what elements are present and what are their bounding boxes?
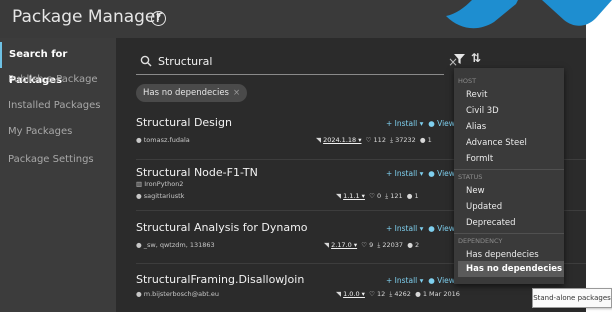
divider [454,233,564,234]
package-name[interactable]: Structural Design [136,116,232,129]
package-author: ● _sw, qwtzdm, 131863 [136,241,215,249]
install-button[interactable]: + Install ▾ ● View [386,224,455,233]
package-meta: ◥ 2024.1.18 ▾ ♡ 112 ⤓ 37232 ● 1 [316,136,432,145]
sidebar-item-my-packages[interactable]: My Packages [0,119,116,145]
sidebar-item-installed-packages[interactable]: Installed Packages [0,93,116,119]
view-link[interactable]: ● View [428,169,455,178]
install-button[interactable]: + Install ▾ ● View [386,276,455,285]
download-icon: ⤓ [389,290,393,298]
like-count: 112 [373,136,386,144]
filter-option-updated[interactable]: Updated [466,202,502,212]
app-title: Package Manager [12,7,163,27]
date-icon: ● [407,241,413,249]
filter-option-has-no-dependecies[interactable]: Has no dependecies [466,264,562,274]
package-name[interactable]: Structural Analysis for Dynamo [136,221,308,234]
filter-chip-label: Has no dependecies [143,88,229,98]
download-count: 22037 [382,241,404,249]
download-count: 121 [390,192,403,200]
user-icon: ● [136,192,142,200]
filter-dropdown: HOST Revit Civil 3D Alias Advance Steel … [454,68,564,284]
heart-icon: ♡ [365,136,372,144]
filter-option-has-dependecies[interactable]: Has dependecies [466,250,539,260]
heart-icon: ♡ [369,290,375,298]
package-date: 2 [414,241,420,249]
close-chip-icon[interactable]: × [233,88,240,98]
package-name[interactable]: Structural Node-F1-TN [136,166,258,179]
sidebar: Search for Packages Publish a Package In… [0,38,116,312]
tag-icon: ▥ [136,180,143,188]
version-select[interactable]: 1.0.0 ▾ [343,290,365,298]
download-count: 4262 [394,290,411,298]
version-icon: ◥ [336,290,341,298]
help-icon[interactable]: ? [151,11,166,26]
package-date: 1 Mar 2016 [422,290,460,298]
user-icon: ● [136,136,142,144]
install-button[interactable]: + Install ▾ ● View [386,119,455,128]
download-icon: ⤓ [377,241,381,249]
like-count: 0 [377,192,382,200]
like-count: 9 [369,241,374,249]
view-link[interactable]: ● View [428,224,455,233]
filter-icon[interactable] [454,54,465,64]
package-tag: ▥ IronPython2 [136,180,184,188]
date-icon: ● [406,192,413,200]
heart-icon: ♡ [361,241,368,249]
package-author: ● m.bijsterbosch@abt.eu [136,290,220,298]
heart-icon: ♡ [369,192,375,200]
filter-section-host: HOST [458,77,477,85]
sidebar-item-package-settings[interactable]: Package Settings [0,147,116,173]
like-count: 12 [377,290,386,298]
filter-option-new[interactable]: New [466,186,485,196]
filter-option-revit[interactable]: Revit [466,90,487,100]
package-date: 1 [414,192,419,200]
version-select[interactable]: 2.17.0 ▾ [331,241,357,249]
date-icon: ● [419,136,426,144]
divider [454,169,564,170]
filter-option-deprecated[interactable]: Deprecated [466,218,516,228]
filter-chip[interactable]: Has no dependecies × [136,84,248,102]
decorative-shape [446,0,612,29]
sort-icon[interactable]: ⇅ [471,51,481,65]
sidebar-item-search-for-packages[interactable]: Search for Packages [0,42,116,86]
package-author: ● tomasz.fudala [136,136,190,144]
version-icon: ◥ [324,241,329,249]
filter-section-dependency: DEPENDENCY [458,237,503,245]
view-link[interactable]: ● View [428,276,455,285]
date-icon: ● [415,290,421,298]
filter-option-formit[interactable]: FormIt [466,154,493,164]
download-count: 37232 [395,136,416,144]
download-icon: ⤓ [390,136,393,144]
package-meta: ◥ 1.0.0 ▾ ♡ 12 ⤓ 4262 ● 1 Mar 2016 [336,290,460,299]
package-date: 1 [427,136,432,144]
package-name[interactable]: StructuralFraming.DisallowJoin [136,273,304,286]
install-button[interactable]: + Install ▾ ● View [386,169,455,178]
download-icon: ⤓ [385,192,389,200]
search-value: Structural [158,55,213,68]
filter-option-civil-3d[interactable]: Civil 3D [466,106,499,116]
version-icon: ◥ [316,136,321,144]
filter-option-advance-steel[interactable]: Advance Steel [466,138,527,148]
sidebar-item-publish-a-package[interactable]: Publish a Package [0,67,116,93]
filter-section-status: STATUS [458,173,483,181]
version-select[interactable]: 2024.1.18 ▾ [323,136,361,144]
version-select[interactable]: 1.1.1 ▾ [343,192,365,200]
filter-option-alias[interactable]: Alias [466,122,486,132]
user-icon: ● [136,290,142,298]
package-meta: ◥ 1.1.1 ▾ ♡ 0 ⤓ 121 ● 1 [336,192,419,201]
package-author: ● sagittariustk [136,192,185,200]
tooltip: Stand-alone packages [532,288,612,308]
search-input[interactable]: Structural × [136,52,458,75]
user-icon: ● [136,241,142,249]
search-icon [140,55,152,67]
view-link[interactable]: ● View [428,119,455,128]
package-meta: ◥ 2.17.0 ▾ ♡ 9 ⤓ 22037 ● 2 [324,241,419,250]
version-icon: ◥ [336,192,341,200]
